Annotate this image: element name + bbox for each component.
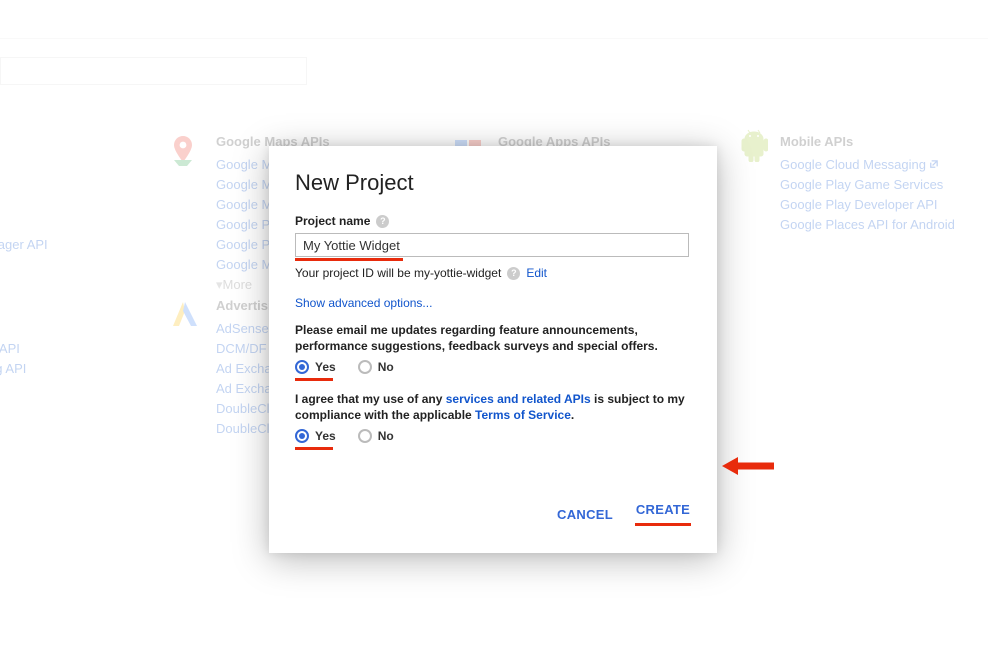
radio-unselected-icon [358,429,372,443]
radio-selected-icon [295,360,309,374]
dialog-buttons: CANCEL CREATE [295,498,691,531]
help-icon[interactable]: ? [507,267,520,280]
email-updates-text: Please email me updates regarding featur… [295,322,691,354]
annotation-underline [295,447,333,450]
help-icon[interactable]: ? [376,215,389,228]
advanced-options-link[interactable]: Show advanced options... [295,296,432,310]
email-updates-radios: Yes No [295,360,691,374]
annotation-arrow [722,455,774,477]
new-project-dialog: New Project Project name ? Your project … [269,146,717,553]
create-button[interactable]: CREATE [636,498,690,521]
tos-apis-link[interactable]: services and related APIs [446,392,591,406]
email-updates-block: Please email me updates regarding featur… [295,322,691,381]
radio-unselected-icon [358,360,372,374]
annotation-underline [295,378,333,381]
edit-project-id-link[interactable]: Edit [526,266,547,280]
tos-yes-option[interactable]: Yes [295,429,336,443]
tos-text: I agree that my use of any services and … [295,391,691,423]
tos-no-option[interactable]: No [358,429,394,443]
project-name-label: Project name ? [295,214,691,228]
tos-block: I agree that my use of any services and … [295,391,691,450]
emails-no-option[interactable]: No [358,360,394,374]
project-name-input[interactable] [295,233,689,257]
tos-link[interactable]: Terms of Service [475,408,571,422]
dialog-title: New Project [295,170,691,196]
cancel-button[interactable]: CANCEL [557,498,613,531]
annotation-underline [295,258,403,261]
project-id-row: Your project ID will be my-yottie-widget… [295,266,691,280]
emails-yes-option[interactable]: Yes [295,360,336,374]
annotation-underline [635,523,691,526]
project-id-text: Your project ID will be my-yottie-widget [295,266,501,280]
tos-radios: Yes No [295,429,691,443]
radio-selected-icon [295,429,309,443]
